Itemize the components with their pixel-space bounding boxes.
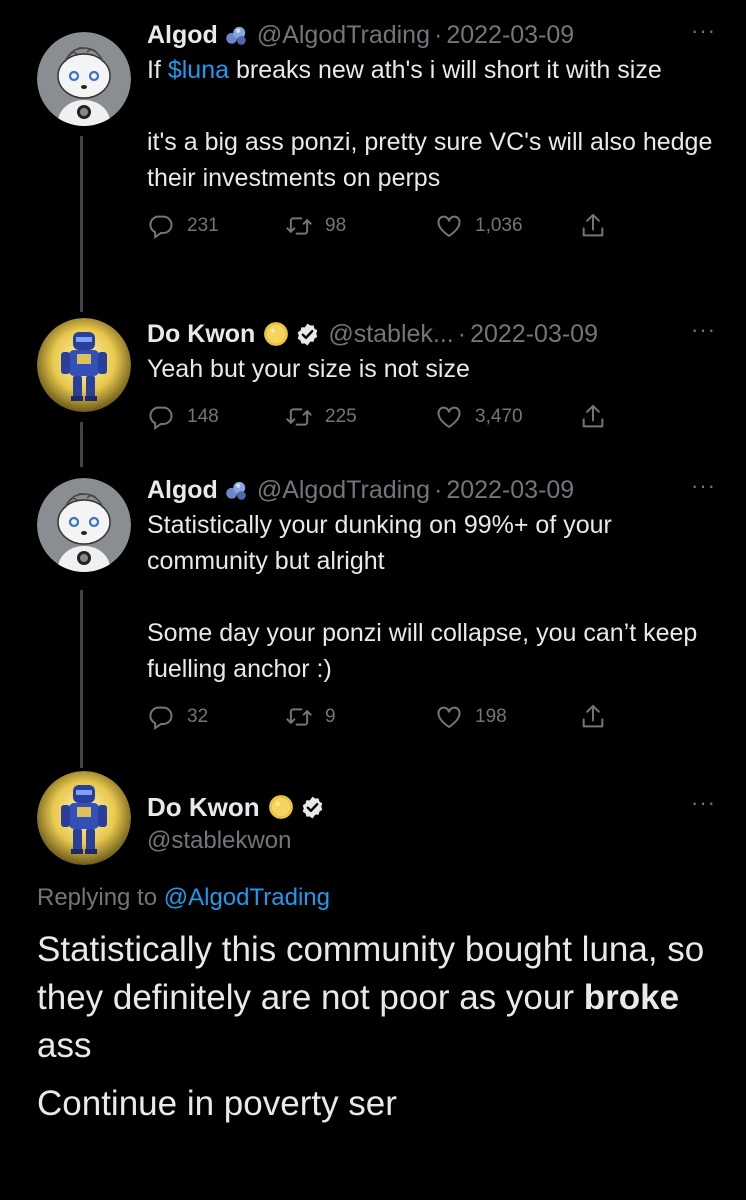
avatar[interactable] [37,771,131,865]
retweet-count: 225 [325,406,357,427]
gold-coin-icon [263,321,289,347]
more-options-icon[interactable]: ··· [691,790,716,816]
tweet-date[interactable]: 2022-03-09 [446,21,574,50]
verified-badge-icon [300,795,325,820]
retweet-icon [285,703,313,731]
username[interactable]: @AlgodTrading [257,21,430,50]
reply-icon [147,703,175,731]
avatar[interactable] [37,478,131,572]
username[interactable]: @stablekwon [147,824,716,858]
tweet-paragraph: Statistically your dunking on 99%+ of yo… [147,511,612,575]
retweet-count: 9 [325,706,336,727]
avatar[interactable] [37,32,131,126]
like-button[interactable]: 1,036 [435,206,523,246]
cashtag-link[interactable]: $luna [168,56,229,84]
tweet-header: Algod @AlgodTrading · 2022-03-09 ··· [147,473,716,507]
display-name[interactable]: Algod [147,476,218,505]
reply-button[interactable]: 148 [147,397,219,437]
separator-dot: · [434,475,443,504]
retweet-button[interactable]: 225 [285,397,357,437]
tweet-text: If $luna breaks new ath's i will short i… [147,52,716,196]
tweet[interactable]: Algod @AlgodTrading · 2022-03-09 ··· If … [147,18,716,246]
thread-line [80,590,83,768]
text-segment: breaks new ath's i will short it with si… [229,56,662,84]
display-name[interactable]: Do Kwon [147,320,255,349]
tweet-paragraph: it's a big ass ponzi, pretty sure VC's w… [147,128,713,192]
retweet-button[interactable]: 98 [285,206,346,246]
like-icon [435,703,463,731]
tweet-header: Do Kwon @stablek... · 2022-03-09 ··· [147,317,716,351]
blue-gem-icon [223,22,249,48]
verified-badge-icon [295,322,320,347]
bold-word: broke [583,978,680,1017]
username[interactable]: @stablek... [328,320,453,349]
gold-coin-icon [268,794,294,820]
tweet-actions: 148 225 3,470 [147,397,716,437]
reply-count: 148 [187,406,219,427]
retweet-count: 98 [325,215,347,236]
tweet-header: Do Kwon ··· [147,790,716,824]
tweet-paragraph: Some day your ponzi will collapse, you c… [147,619,698,683]
retweet-button[interactable]: 9 [285,697,336,737]
like-icon [435,212,463,240]
share-button[interactable] [579,397,607,437]
like-count: 1,036 [475,215,523,236]
tweet-text: Statistically your dunking on 99%+ of yo… [147,507,716,687]
replying-to: Replying to @AlgodTrading [37,884,716,912]
tweet-paragraph: Yeah but your size is not size [147,355,470,383]
main-tweet-text: Statistically this community bought luna… [37,926,716,1128]
text-segment: If [147,56,168,84]
retweet-icon [285,212,313,240]
more-options-icon[interactable]: ··· [691,473,716,499]
share-icon [579,403,607,431]
main-tweet: Replying to @AlgodTrading Statistically … [37,884,716,1128]
tweet-actions: 32 9 198 [147,697,716,737]
reply-count: 231 [187,215,219,236]
display-name[interactable]: Algod [147,21,218,50]
like-count: 3,470 [475,406,523,427]
tweet[interactable]: Do Kwon @stablek... · 2022-03-09 ··· Yea… [147,317,716,437]
reply-icon [147,403,175,431]
retweet-icon [285,403,313,431]
like-icon [435,403,463,431]
more-options-icon[interactable]: ··· [691,18,716,44]
tweet-date[interactable]: 2022-03-09 [470,320,598,349]
reply-button[interactable]: 231 [147,206,219,246]
tweet-header: Algod @AlgodTrading · 2022-03-09 ··· [147,18,716,52]
more-options-icon[interactable]: ··· [691,317,716,343]
thread-line [80,136,83,312]
text-segment: ass [37,1026,92,1065]
thread-line [80,422,83,467]
replying-label: Replying to [37,884,164,911]
reply-button[interactable]: 32 [147,697,208,737]
reply-count: 32 [187,706,209,727]
like-count: 198 [475,706,507,727]
separator-dot: · [434,20,443,49]
blue-gem-icon [223,477,249,503]
tweet-paragraph: Continue in poverty ser [37,1084,397,1123]
share-button[interactable] [579,697,607,737]
separator-dot: · [457,319,467,348]
avatar[interactable] [37,318,131,412]
username[interactable]: @AlgodTrading [257,476,430,505]
like-button[interactable]: 3,470 [435,397,523,437]
reply-icon [147,212,175,240]
tweet[interactable]: Algod @AlgodTrading · 2022-03-09 ··· Sta… [147,473,716,737]
share-icon [579,212,607,240]
share-button[interactable] [579,206,607,246]
display-name[interactable]: Do Kwon [147,792,260,823]
like-button[interactable]: 198 [435,697,507,737]
share-icon [579,703,607,731]
mention-link[interactable]: @AlgodTrading [164,884,330,911]
tweet-date[interactable]: 2022-03-09 [446,476,574,505]
tweet-text: Yeah but your size is not size [147,351,716,387]
main-tweet-author[interactable]: Do Kwon ··· @stablekwon [147,790,716,858]
tweet-actions: 231 98 1,036 [147,206,716,246]
